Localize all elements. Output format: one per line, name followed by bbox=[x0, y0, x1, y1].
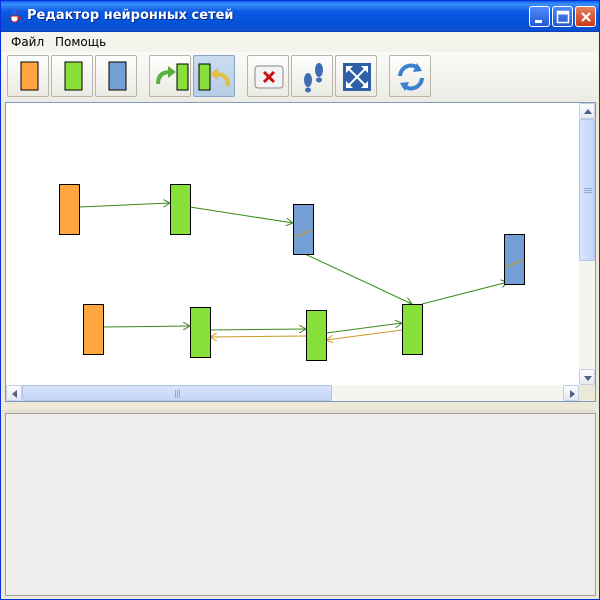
menu-bar: Файл Помощь bbox=[2, 32, 598, 52]
add-output-neuron-button[interactable] bbox=[95, 55, 137, 97]
grip-icon bbox=[584, 188, 592, 193]
connection-out1-h4[interactable] bbox=[304, 253, 412, 304]
add-hidden-neuron-button[interactable] bbox=[51, 55, 93, 97]
scroll-left-button[interactable] bbox=[6, 385, 22, 401]
horizontal-scroll-thumb[interactable] bbox=[22, 385, 332, 401]
backward-connection-icon bbox=[198, 63, 230, 91]
scroll-up-button[interactable] bbox=[579, 103, 595, 119]
network-diagram[interactable] bbox=[6, 103, 579, 385]
scroll-down-button[interactable] bbox=[579, 369, 595, 385]
connection-h3-h2[interactable] bbox=[210, 336, 307, 337]
neuron-h2[interactable] bbox=[190, 307, 211, 358]
maximize-icon bbox=[556, 10, 570, 24]
neuron-out1[interactable] bbox=[293, 204, 314, 255]
add-input-neuron-button[interactable] bbox=[7, 55, 49, 97]
delete-button[interactable] bbox=[247, 55, 289, 97]
footprints-icon bbox=[304, 63, 323, 93]
orange-neuron-icon bbox=[20, 61, 39, 91]
connection-in1-h1[interactable] bbox=[78, 203, 170, 208]
step-button[interactable] bbox=[291, 55, 333, 97]
main-window: Редактор нейронных сетей Файл Помощь bbox=[0, 0, 600, 600]
connection-h2-h3[interactable] bbox=[209, 329, 306, 330]
minimize-button[interactable] bbox=[529, 6, 550, 27]
arrow-down-icon bbox=[584, 376, 592, 381]
blue-neuron-icon bbox=[108, 61, 127, 91]
delete-icon bbox=[254, 65, 284, 89]
toolbar bbox=[2, 52, 598, 102]
menu-help[interactable]: Помощь bbox=[55, 35, 106, 49]
neuron-in2[interactable] bbox=[83, 304, 104, 355]
connect-forward-button[interactable] bbox=[149, 55, 191, 97]
arrow-right-icon bbox=[570, 390, 575, 398]
neuron-in1[interactable] bbox=[59, 184, 80, 235]
scroll-corner bbox=[579, 385, 595, 401]
scroll-right-button[interactable] bbox=[563, 385, 579, 401]
refresh-button[interactable] bbox=[389, 55, 431, 97]
arrow-up-icon bbox=[584, 109, 592, 114]
network-canvas[interactable] bbox=[5, 102, 596, 402]
neuron-h1[interactable] bbox=[170, 184, 191, 235]
connection-h4-out2[interactable] bbox=[421, 282, 508, 305]
title-bar[interactable]: Редактор нейронных сетей bbox=[1, 1, 599, 32]
neuron-h3[interactable] bbox=[306, 310, 327, 361]
neuron-out2[interactable] bbox=[504, 234, 525, 285]
connection-h1-out1[interactable] bbox=[189, 206, 293, 223]
vertical-scroll-thumb[interactable] bbox=[579, 119, 595, 261]
maximize-button[interactable] bbox=[552, 6, 573, 27]
connection-in2-h2[interactable] bbox=[102, 326, 190, 327]
refresh-icon bbox=[398, 63, 424, 91]
forward-connection-icon bbox=[156, 63, 189, 91]
fullscreen-icon bbox=[343, 63, 371, 91]
grip-icon bbox=[175, 390, 180, 398]
minimize-icon bbox=[535, 20, 542, 23]
horizontal-scrollbar[interactable] bbox=[6, 385, 579, 401]
green-neuron-icon bbox=[64, 61, 83, 91]
connect-backward-button[interactable] bbox=[193, 55, 235, 97]
java-cup-icon bbox=[10, 9, 22, 23]
fit-view-button[interactable] bbox=[335, 55, 377, 97]
close-icon bbox=[581, 12, 591, 22]
vertical-scrollbar[interactable] bbox=[579, 103, 595, 385]
neuron-h4[interactable] bbox=[402, 304, 423, 355]
close-button[interactable] bbox=[575, 6, 596, 27]
arrow-left-icon bbox=[12, 390, 17, 398]
window-title: Редактор нейронных сетей bbox=[27, 8, 234, 23]
bottom-panel bbox=[5, 413, 596, 596]
split-pane-divider[interactable] bbox=[2, 403, 598, 416]
menu-file[interactable]: Файл bbox=[11, 35, 44, 49]
